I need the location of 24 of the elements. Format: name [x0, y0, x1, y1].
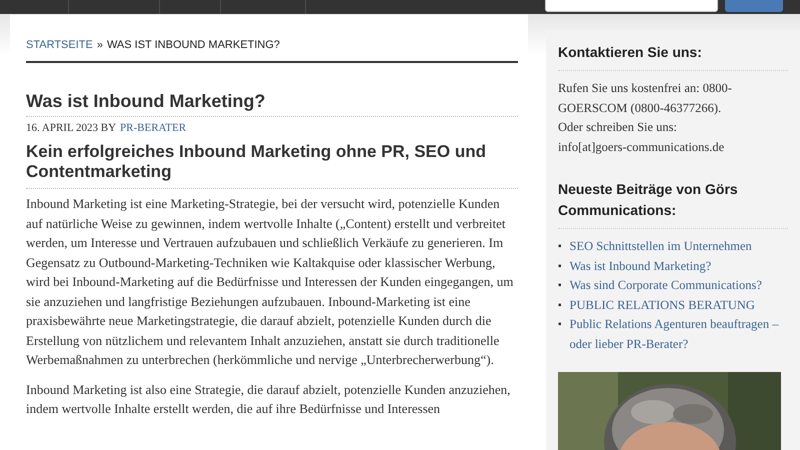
list-bullet: ▪ [558, 318, 562, 332]
recent-post-link[interactable]: Was sind Corporate Communications? [570, 276, 762, 296]
widget-title: Kontaktieren Sie uns: [558, 42, 788, 71]
list-bullet: ▪ [558, 298, 562, 312]
contact-text: Oder schreiben Sie uns: [558, 119, 678, 136]
author-link[interactable]: PR-BERATER [120, 122, 186, 134]
article-subtitle: Kein erfolgreiches Inbound Marketing ohne PR, SEO und Contentmarketing [26, 142, 518, 189]
article-title: Was ist Inbound Marketing? [26, 91, 518, 117]
list-bullet: ▪ [558, 279, 562, 293]
widget-title: Neueste Beiträge von Görs Communications: [558, 179, 788, 229]
recent-post-link[interactable]: Was ist Inbound Marketing? [570, 256, 712, 276]
list-bullet: ▪ [558, 260, 562, 274]
article-paragraph: Inbound Marketing ist also eine Strategie, die darauf abzielt, potenzielle Kunden anzuziehen, indem wertvolle Inhalte erstellt werden, die auf ihre Bedürfnisse und Interessen [26, 380, 512, 418]
article-paragraph: Inbound Marketing ist eine Marketing-Strategie, bei der versucht wird, potenzielle Kunden auf natürliche Weise zu gewinnen, indem wertvolle Inhalte („Content) erstellt und verbreitet werden, um Interesse und Vertrauen aufzubauen und schließlich Verkäufe zu generieren. Im Gegensatz zu Outbound-Marketing-Techniken wie Kaltakquise oder klassischer Werbung, wird bei Inbound-Marketing auf die Bedürfnisse und Interessen der Kunden eingegangen, um sie anzuziehen und langfristige Beziehungen aufzubauen. Inbound-Marketing ist eine praxisbewährte neue Marketingstrategie, die darauf abzielt, potenzielle Kunden durch die Erstellung von nützlichem und relevantem Inhalt anzuziehen, anstatt sie durch traditionelle Werbemaßnahmen zu unterbrechen (herkömmliche und nervige „Unterbrecherwerbung“). [26, 195, 514, 369]
breadcrumb-separator: » [96, 39, 103, 51]
breadcrumb-link[interactable]: STARTSEITE [26, 39, 93, 51]
recent-post-link[interactable]: PUBLIC RELATIONS BERATUNG [570, 296, 755, 315]
breadcrumb-current: WAS IST INBOUND MARKETING? [106, 39, 280, 51]
recent-post-link[interactable]: SEO Schnittstellen im Unternehmen [570, 237, 752, 256]
contact-text: info[at]goers-communications.de [558, 138, 726, 156]
post-date: 16. APRIL 2023 BY [26, 122, 116, 134]
recent-post-link[interactable]: Public Relations Agenturen beauftragen – oder lieber PR-Berater? [570, 315, 788, 354]
list-bullet: ▪ [558, 240, 562, 254]
contact-text: Rufen Sie uns kostenfrei an: 0800-GOERSCOM (0800-46377266). [558, 80, 733, 116]
